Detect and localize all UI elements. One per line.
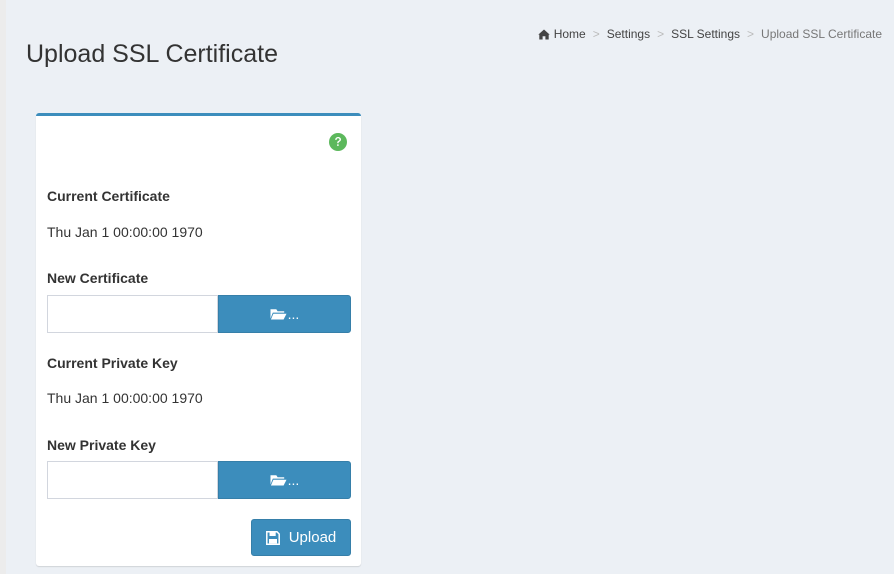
new-private-key-label: New Private Key (47, 437, 156, 453)
upload-ssl-form-card: Current Certificate Thu Jan 1 00:00:00 1… (36, 113, 361, 566)
breadcrumb-ssl-settings[interactable]: SSL Settings (671, 27, 740, 41)
breadcrumb-separator: > (747, 27, 755, 41)
breadcrumb: Home > Settings > SSL Settings > Upload … (537, 27, 882, 41)
breadcrumb-separator: > (592, 27, 600, 41)
new-private-key-file-group: ... (47, 461, 351, 499)
new-certificate-label: New Certificate (47, 270, 149, 286)
content-area: Upload SSL Certificate Home > Settings >… (6, 0, 894, 574)
breadcrumb-current-page: Upload SSL Certificate (761, 27, 882, 41)
breadcrumb-settings[interactable]: Settings (607, 27, 650, 41)
folder-open-icon (270, 475, 287, 486)
current-certificate-value: Thu Jan 1 00:00:00 1970 (47, 224, 203, 240)
upload-button-label: Upload (288, 529, 337, 546)
breadcrumb-home[interactable]: Home (537, 27, 586, 41)
floppy-disk-icon (265, 530, 280, 545)
upload-button[interactable]: Upload (251, 519, 351, 556)
browse-ellipsis: ... (287, 472, 300, 488)
breadcrumb-home-label: Home (553, 27, 586, 41)
browse-ellipsis: ... (287, 306, 300, 322)
question-circle-icon[interactable] (329, 133, 347, 151)
breadcrumb-separator: > (657, 27, 665, 41)
current-private-key-label: Current Private Key (47, 355, 178, 371)
new-certificate-file-group: ... (47, 295, 351, 333)
new-private-key-browse-button[interactable]: ... (218, 461, 351, 499)
new-private-key-input[interactable] (47, 461, 218, 499)
folder-open-icon (270, 309, 287, 320)
home-icon (537, 29, 550, 40)
current-private-key-value: Thu Jan 1 00:00:00 1970 (47, 390, 203, 406)
current-certificate-label: Current Certificate (47, 188, 170, 204)
new-certificate-input[interactable] (47, 295, 218, 333)
page-title: Upload SSL Certificate (26, 40, 278, 68)
new-certificate-browse-button[interactable]: ... (218, 295, 351, 333)
